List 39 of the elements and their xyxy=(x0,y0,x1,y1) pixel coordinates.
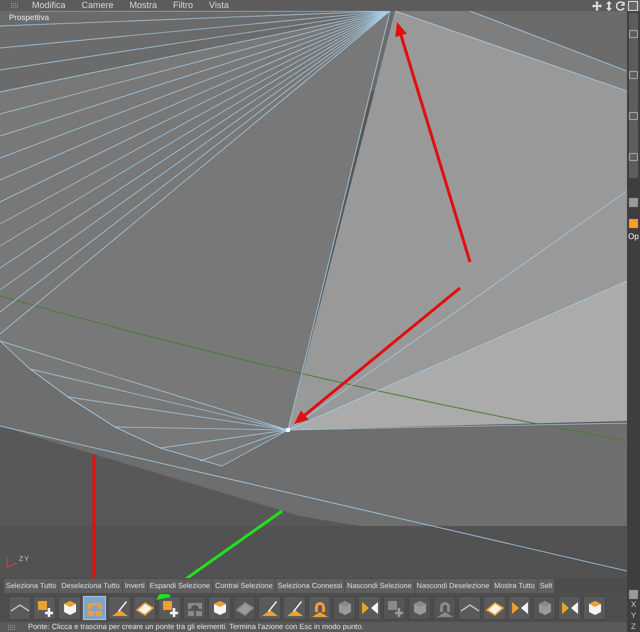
window-icon[interactable] xyxy=(628,0,638,10)
menu-item[interactable]: Mostra xyxy=(130,0,158,11)
slider-handle[interactable] xyxy=(629,112,638,120)
slider-handle[interactable] xyxy=(629,70,638,79)
axis-label: Z xyxy=(631,621,636,632)
slider-handle[interactable] xyxy=(629,153,638,162)
axis-label: X xyxy=(630,599,636,610)
tool-button[interactable] xyxy=(283,596,306,620)
tool-button[interactable] xyxy=(308,596,331,620)
panel-label: Op xyxy=(628,232,639,241)
tool-button[interactable] xyxy=(358,596,381,620)
menu-item[interactable]: Modifica xyxy=(32,0,66,11)
rotate-icon[interactable] xyxy=(616,0,626,10)
tool-button[interactable] xyxy=(258,596,281,620)
tool-button[interactable] xyxy=(208,596,231,620)
tool-button[interactable] xyxy=(8,596,31,620)
tool-button[interactable] xyxy=(483,596,506,620)
tool-button[interactable] xyxy=(108,596,131,620)
menu-item[interactable]: Camere xyxy=(82,0,114,11)
menu-item[interactable]: Vista xyxy=(209,0,229,11)
tool-button[interactable] xyxy=(33,596,56,620)
line-icon xyxy=(10,604,30,612)
knife-icon xyxy=(284,598,304,618)
tool-button[interactable] xyxy=(158,596,181,620)
line-icon xyxy=(460,604,480,612)
arrow-icon[interactable] xyxy=(604,0,614,10)
menu-item[interactable]: Filtro xyxy=(173,0,194,11)
tool-button[interactable] xyxy=(458,596,481,620)
move-icon[interactable] xyxy=(592,0,602,10)
tool-button[interactable] xyxy=(133,596,156,620)
knife-icon xyxy=(260,598,280,618)
tool-button[interactable] xyxy=(58,596,81,620)
tool-button[interactable] xyxy=(558,596,581,620)
knife-icon xyxy=(110,598,130,618)
axis-label: Y xyxy=(630,610,636,621)
slider-handle[interactable] xyxy=(629,30,638,38)
axis-icon xyxy=(6,556,18,568)
tool-button[interactable] xyxy=(508,596,531,620)
tool-button[interactable] xyxy=(583,596,606,620)
